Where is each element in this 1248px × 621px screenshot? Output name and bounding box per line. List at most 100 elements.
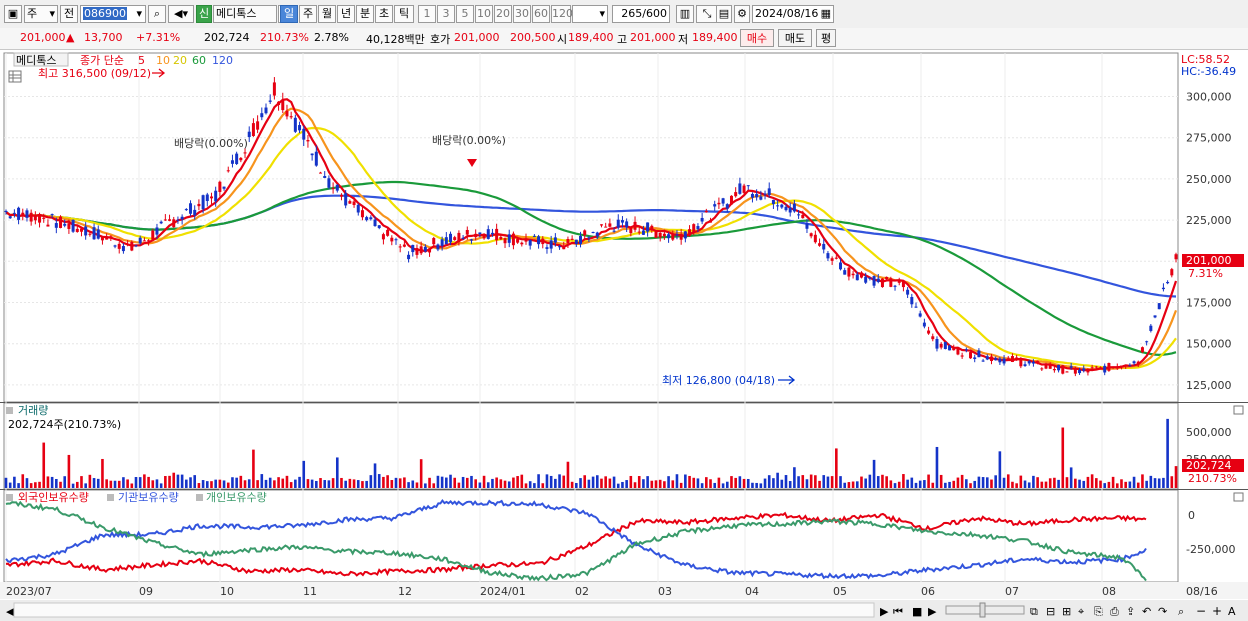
data-count-field[interactable]: 265/600 — [612, 5, 670, 23]
panel-close-icon[interactable] — [1233, 405, 1244, 415]
crosshair-icon[interactable]: ⌖ — [1078, 605, 1084, 618]
volume-bar — [155, 479, 159, 488]
interval-button-1[interactable]: 1 — [418, 5, 436, 23]
volume-bar — [684, 474, 687, 488]
zoom-in-icon[interactable]: + — [1212, 604, 1222, 618]
tab-period-year[interactable]: 년 — [337, 5, 355, 23]
copy-icon[interactable]: ⎘ — [1094, 605, 1103, 618]
candle-body — [532, 235, 536, 237]
volume-bar — [197, 483, 201, 488]
tab-period-tick[interactable]: 틱 — [394, 5, 414, 23]
speaker-icon[interactable]: ◀▾ — [168, 5, 194, 23]
volume-bar — [260, 474, 264, 488]
low-label: 저 — [678, 33, 689, 46]
eval-button[interactable]: 평 — [816, 29, 836, 47]
volume-bar — [168, 475, 171, 488]
grid-view-icon[interactable]: ⊞ — [1062, 605, 1071, 618]
sell-button[interactable]: 매도 — [778, 29, 812, 47]
volume-bar — [994, 475, 997, 488]
ma-10-label[interactable]: 10 — [156, 54, 170, 67]
candle-body — [956, 347, 960, 355]
tab-period-month[interactable]: 월 — [318, 5, 336, 23]
candle-body — [918, 313, 922, 317]
time-axis-label: 10 — [220, 585, 234, 598]
interval-button-5[interactable]: 5 — [456, 5, 474, 23]
scroll-track[interactable] — [13, 602, 875, 618]
volume-bar — [1153, 478, 1157, 488]
volume-bar — [214, 479, 217, 488]
ma-60-label[interactable]: 60 — [192, 54, 206, 67]
tab-period-week[interactable]: 주 — [299, 5, 317, 23]
undo-icon[interactable]: ↶ — [1142, 605, 1151, 618]
print-icon[interactable]: ⎙ — [1110, 605, 1119, 618]
interval-button-10[interactable]: 10 — [475, 5, 493, 23]
interval-dropdown[interactable]: ▾ — [572, 5, 608, 23]
buy-button[interactable]: 매수 — [740, 29, 774, 47]
candle-body — [293, 117, 297, 132]
volume-bar — [457, 482, 461, 488]
search-icon[interactable]: ⌕ — [148, 5, 166, 23]
volume-bar — [1090, 474, 1094, 488]
interval-button-60[interactable]: 60 — [532, 5, 550, 23]
split-view-icon[interactable]: ⊟ — [1046, 605, 1055, 618]
volume-bar — [872, 459, 876, 488]
rewind-icon[interactable]: ⏮ — [893, 605, 903, 618]
volume-bar — [151, 480, 155, 488]
candle-body — [801, 214, 805, 219]
current-price-tag-text: 201,000 — [1186, 254, 1232, 267]
candle-body — [1023, 364, 1027, 367]
play-icon[interactable]: ▶ — [928, 605, 937, 618]
interval-button-20[interactable]: 20 — [494, 5, 512, 23]
candle-body — [306, 140, 310, 142]
drawing-tool-icon[interactable]: ⤡ — [696, 5, 718, 23]
magnifier-icon[interactable]: ⌕ — [1178, 605, 1184, 618]
stop-icon[interactable]: ■ — [912, 605, 922, 618]
panel-handle-icon[interactable] — [6, 407, 13, 414]
scroll-right-icon[interactable]: ▶ — [880, 605, 889, 618]
stock-name-field[interactable]: 메디톡스 — [213, 5, 277, 23]
series-institution-holdings: 기관보유수량 — [118, 491, 179, 504]
zoom-out-icon[interactable]: − — [1196, 604, 1206, 618]
text-size-icon[interactable]: A — [1228, 605, 1236, 618]
volume-bar — [977, 476, 981, 488]
tab-period-minute[interactable]: 분 — [356, 5, 374, 23]
ma-5-label[interactable]: 5 — [138, 54, 145, 67]
layout-icon[interactable]: ▣ — [4, 5, 22, 23]
candle-type-icon[interactable]: ▥ — [676, 5, 694, 23]
table-view-icon[interactable] — [8, 70, 22, 83]
candle-body — [335, 184, 339, 191]
interval-button-120[interactable]: 120 — [551, 5, 573, 23]
panel-close-icon[interactable] — [1233, 492, 1244, 502]
price-tick-label: 300,000 — [1186, 91, 1232, 104]
period-dropdown[interactable]: 주 ▾ — [24, 5, 58, 23]
volume-bar — [445, 477, 448, 488]
redo-icon[interactable]: ↷ — [1158, 605, 1167, 618]
layout-toggle-icon[interactable]: ⧉ — [1030, 605, 1038, 618]
volume-bar — [830, 476, 834, 488]
export-icon[interactable]: ⇪ — [1126, 605, 1135, 618]
volume-bar — [1048, 478, 1052, 488]
ma-20-label[interactable]: 20 — [173, 54, 187, 67]
candle-body — [994, 358, 998, 361]
panel-handle-icon[interactable] — [6, 494, 13, 501]
candle-body — [126, 243, 130, 245]
prev-button[interactable]: 전 — [60, 5, 78, 23]
candle-body — [499, 236, 503, 240]
volume-bar — [465, 477, 469, 488]
stock-chart[interactable]: 메디톡스 종가 단순 5 10 20 60 120 최고 316,500 (09… — [0, 50, 1248, 621]
tab-period-second[interactable]: 초 — [375, 5, 393, 23]
date-field[interactable]: 2024/08/16 ▦ — [752, 5, 834, 23]
settings-icon[interactable]: ⚙ — [734, 5, 750, 23]
interval-button-30[interactable]: 30 — [513, 5, 531, 23]
volume-bar — [486, 482, 490, 488]
stock-code-input[interactable]: 086900 ▾ — [80, 5, 146, 23]
tab-period-day[interactable]: 일 — [280, 5, 298, 23]
panel-handle-icon — [107, 494, 114, 501]
ma-120-label[interactable]: 120 — [212, 54, 233, 67]
interval-button-3[interactable]: 3 — [437, 5, 455, 23]
volume-bar — [390, 480, 394, 488]
ask-price-2: 200,500 — [510, 31, 556, 44]
candle-body — [964, 349, 968, 351]
save-icon[interactable]: ▤ — [716, 5, 732, 23]
zoom-slider-handle[interactable] — [979, 602, 986, 618]
